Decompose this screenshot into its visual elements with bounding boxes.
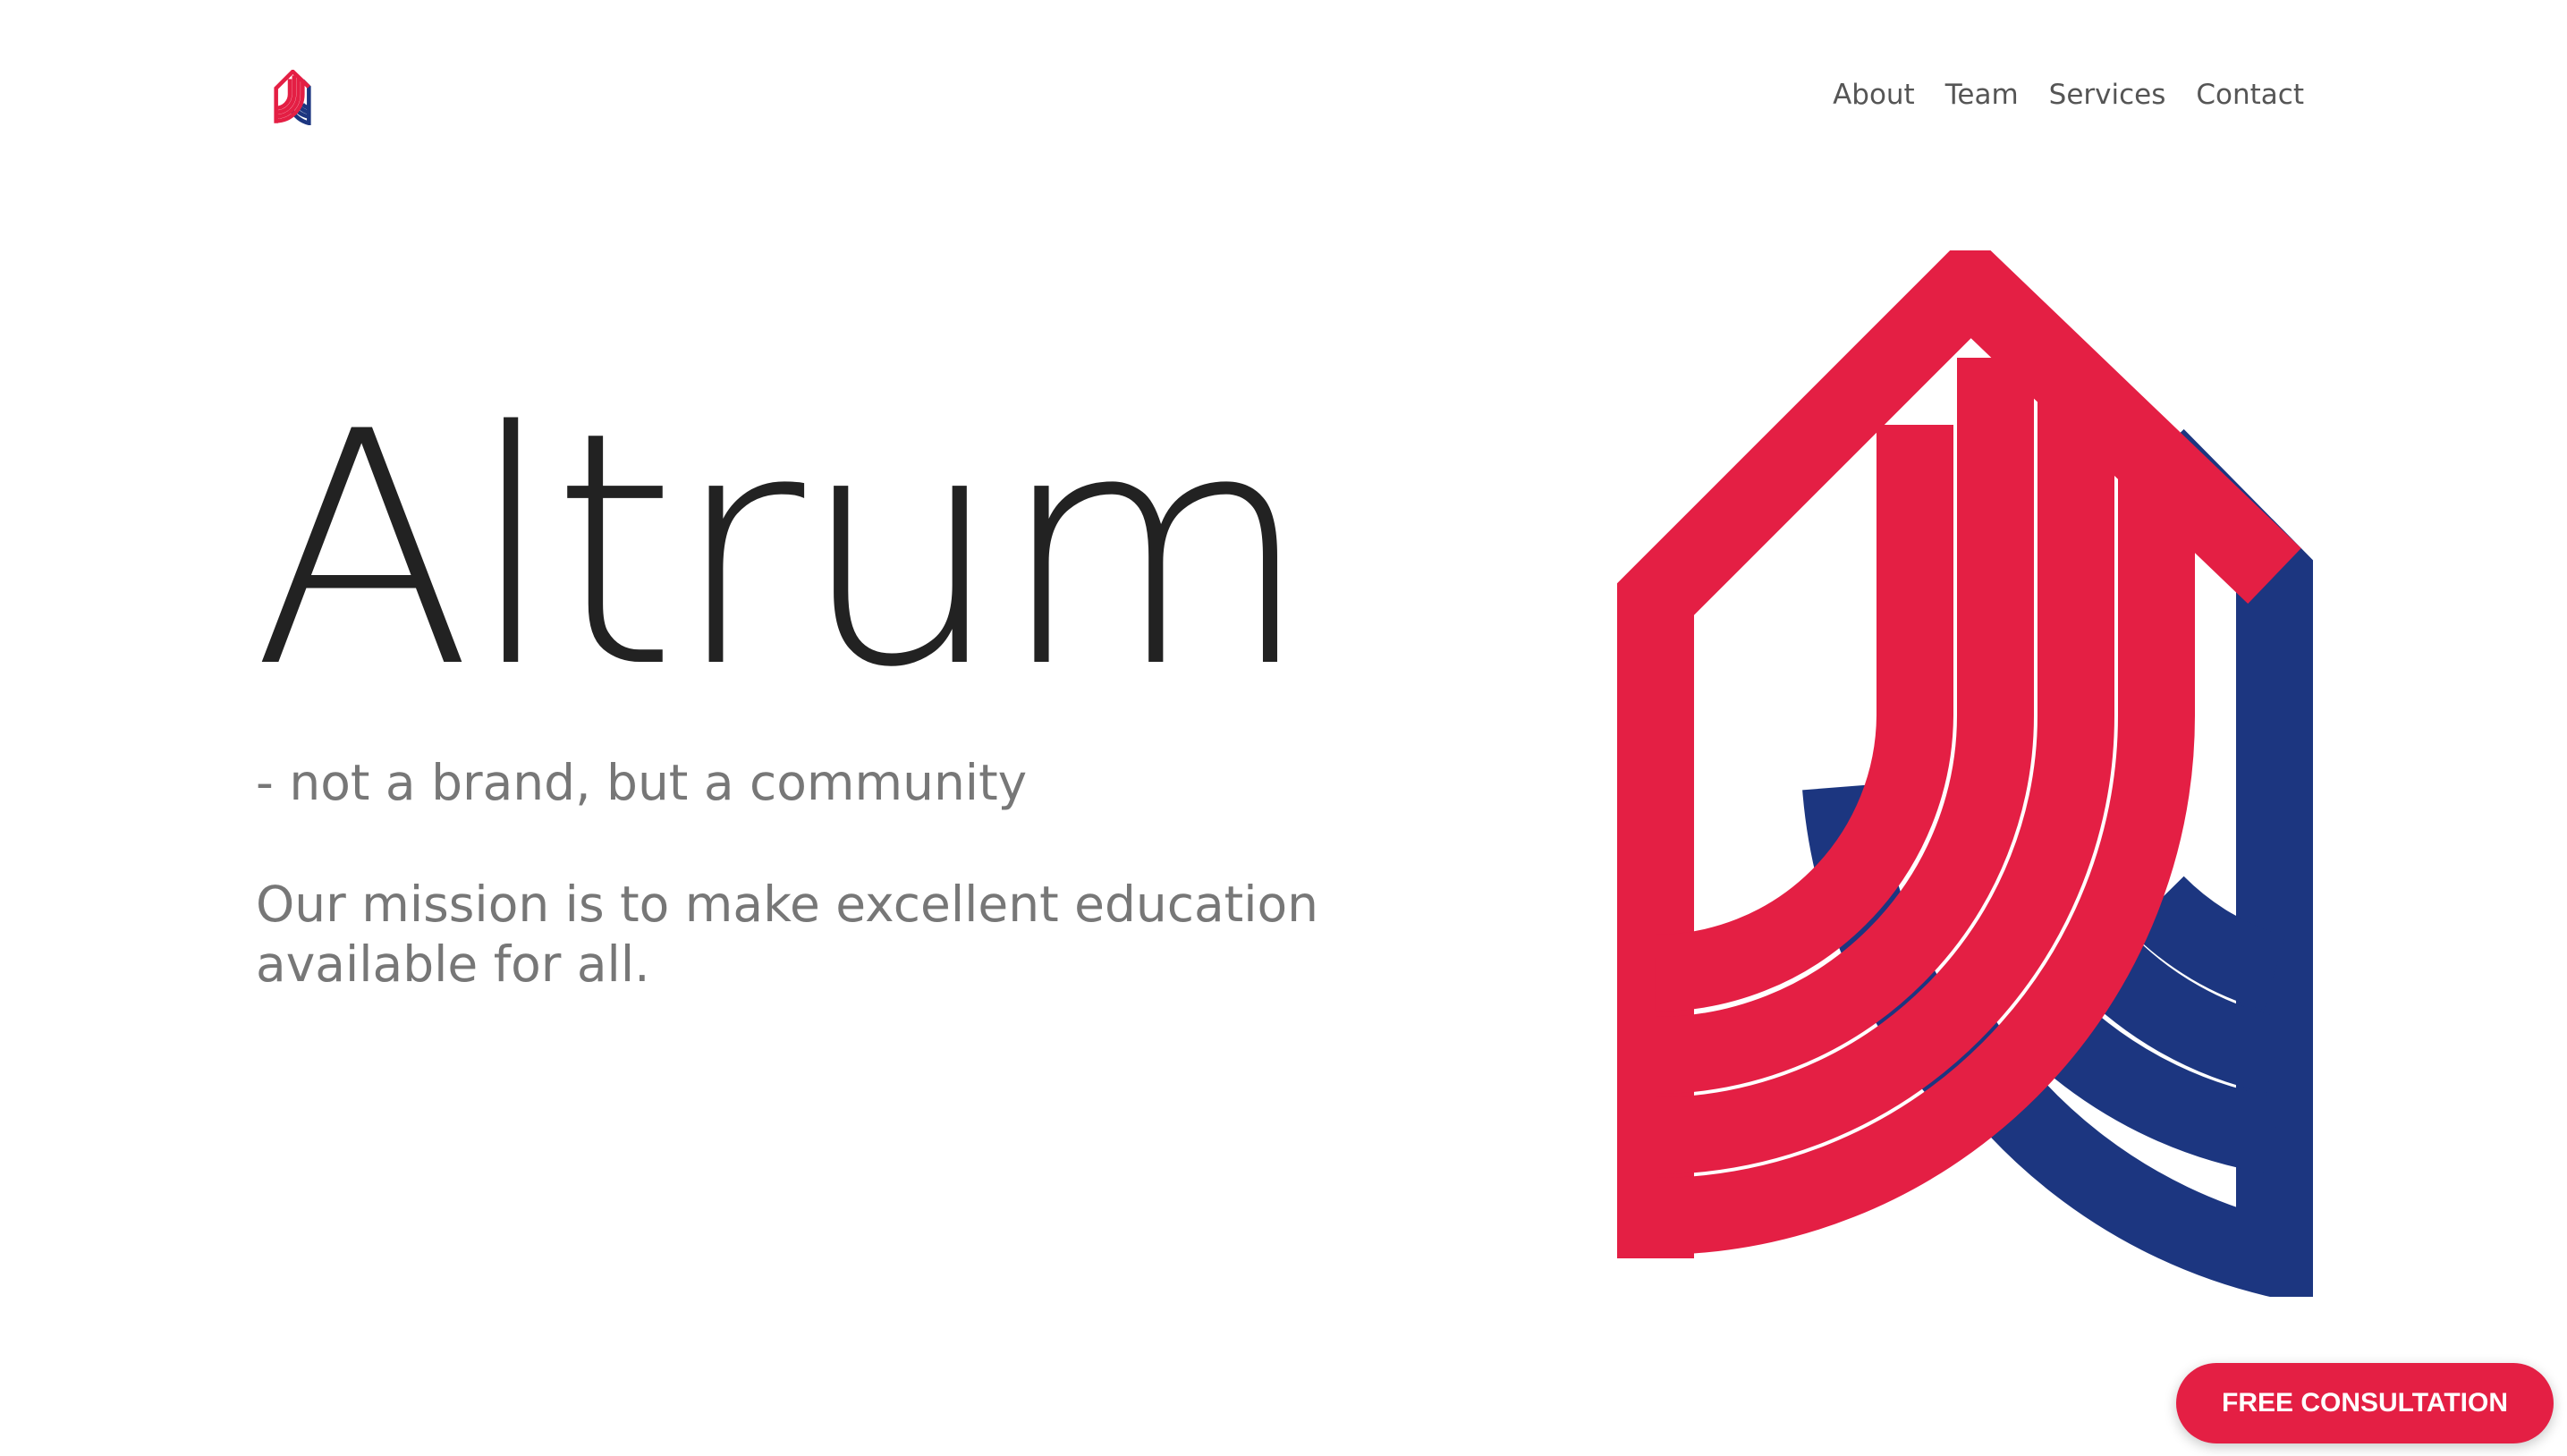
main-nav: About Team Services Contact: [1833, 75, 2304, 114]
nav-services[interactable]: Services: [2049, 79, 2166, 111]
nav-about[interactable]: About: [1833, 79, 1915, 111]
header-logo-icon[interactable]: [271, 70, 314, 125]
free-consultation-button[interactable]: FREE CONSULTATION: [2176, 1363, 2554, 1443]
hero-tagline: - not a brand, but a community: [256, 754, 1028, 811]
nav-contact[interactable]: Contact: [2196, 79, 2304, 111]
mission-statement: Our mission is to make excellent educati…: [256, 876, 1319, 993]
nav-team[interactable]: Team: [1945, 79, 2019, 111]
hero-logo-icon: [1617, 250, 2313, 1297]
hero-title: Altrum: [252, 363, 1311, 738]
